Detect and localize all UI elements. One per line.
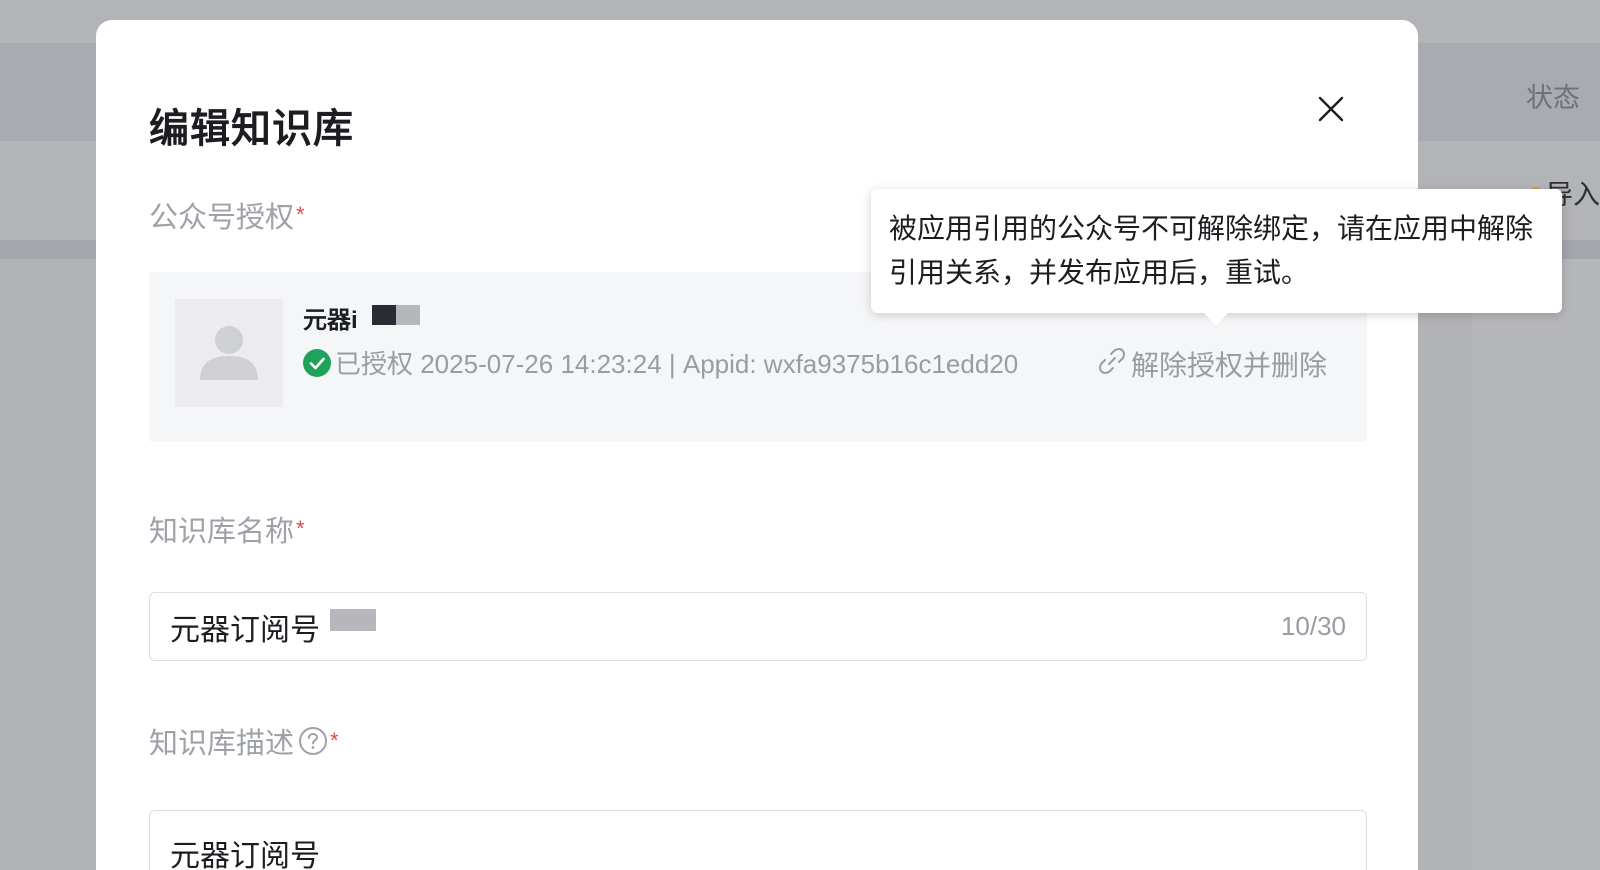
auth-label-text: 公众号授权 (149, 202, 295, 234)
auth-status: 已授权 2025-07-26 14:23:24 | Appid: wxfa937… (303, 344, 1018, 381)
redacted-block (371, 304, 420, 332)
unbind-label: 解除授权并删除 (1131, 350, 1328, 381)
account-name-text: 元器i (303, 307, 358, 334)
edit-knowledge-base-modal: 编辑知识库 公众号授权 * 元器i 已授权 2025-07-26 14:23:2… (96, 20, 1418, 870)
char-counter: 10/30 (1280, 611, 1346, 641)
avatar (175, 299, 283, 407)
desc-input-value: 元器订阅号 (170, 840, 320, 870)
auth-status-text: 已授权 2025-07-26 14:23:24 | Appid: wxfa937… (335, 349, 1019, 379)
required-mark: * (330, 728, 339, 753)
background-right-column (1472, 259, 1600, 870)
desc-field-label: 知识库描述 * (149, 720, 339, 762)
modal-title: 编辑知识库 (149, 107, 354, 151)
unbind-tooltip: 被应用引用的公众号不可解除绑定，请在应用中解除引用关系，并发布应用后，重试。 (871, 189, 1562, 313)
check-circle-icon (303, 348, 331, 377)
name-field-label: 知识库名称 * (149, 508, 305, 550)
knowledge-base-name-input[interactable]: 元器订阅号 10/30 (149, 592, 1367, 661)
unlink-icon (1097, 346, 1127, 383)
knowledge-base-description-input[interactable]: 元器订阅号 (149, 810, 1367, 870)
redacted-block (330, 608, 376, 631)
close-icon (1318, 96, 1344, 122)
background-status-header: 状态 (1526, 83, 1580, 113)
desc-label-text: 知识库描述 (149, 728, 295, 760)
required-mark: * (296, 202, 305, 227)
unbind-and-delete-link[interactable]: 解除授权并删除 (1097, 344, 1327, 384)
account-name: 元器i (303, 300, 420, 335)
name-label-text: 知识库名称 (149, 516, 295, 548)
help-icon[interactable] (298, 726, 328, 756)
close-button[interactable] (1306, 84, 1356, 134)
required-mark: * (296, 516, 305, 541)
user-placeholder-icon (200, 326, 258, 380)
name-input-value: 元器订阅号 (170, 613, 320, 647)
auth-field-label: 公众号授权 * (149, 194, 305, 236)
